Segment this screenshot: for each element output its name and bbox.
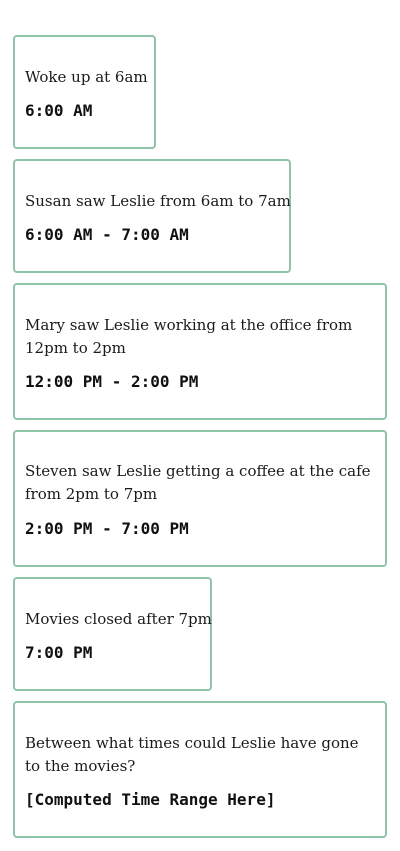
event-card-steven: Steven saw Leslie getting a coffee at th… <box>13 430 387 567</box>
event-description: Susan saw Leslie from 6am to 7am <box>25 192 291 210</box>
computed-time-range: [Computed Time Range Here] <box>25 790 276 809</box>
event-card-movies: Movies closed after 7pm 7:00 PM <box>13 577 212 691</box>
event-time: 7:00 PM <box>25 643 93 662</box>
event-time: 2:00 PM - 7:00 PM <box>25 519 189 538</box>
event-time: 6:00 AM <box>25 101 93 120</box>
event-time: 6:00 AM - 7:00 AM <box>25 225 189 244</box>
question-card: Between what times could Leslie have gon… <box>13 701 387 838</box>
event-card-wake-up: Woke up at 6am 6:00 AM <box>13 35 156 149</box>
event-time: 12:00 PM - 2:00 PM <box>25 372 199 391</box>
event-description: Movies closed after 7pm <box>25 610 212 628</box>
event-description: Mary saw Leslie working at the office fr… <box>25 316 353 357</box>
event-description: Woke up at 6am <box>25 68 148 86</box>
event-card-mary: Mary saw Leslie working at the office fr… <box>13 283 387 420</box>
question-text: Between what times could Leslie have gon… <box>25 734 359 775</box>
event-card-susan: Susan saw Leslie from 6am to 7am 6:00 AM… <box>13 159 291 273</box>
event-description: Steven saw Leslie getting a coffee at th… <box>25 462 371 503</box>
